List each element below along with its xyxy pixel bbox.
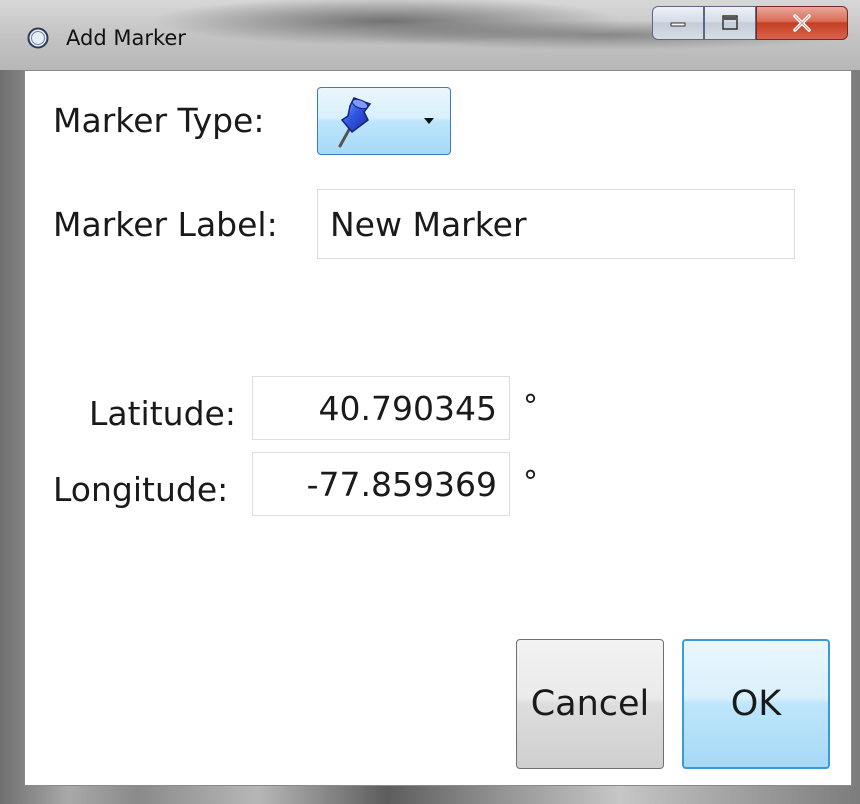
dialog-content: Marker Type: Marker Label: New Marker La… [24,70,852,786]
latitude-degree-unit: ° [523,389,538,424]
longitude-label: Longitude: [53,470,229,509]
caption-buttons [652,6,852,46]
longitude-input[interactable]: -77.859369 [252,452,510,516]
maximize-button[interactable] [704,6,756,40]
latitude-input[interactable]: 40.790345 [252,376,510,440]
close-icon [793,14,811,32]
longitude-degree-unit: ° [523,465,538,500]
blue-pushpin-icon [338,97,372,148]
marker-type-label: Marker Type: [53,101,265,140]
close-button[interactable] [756,6,848,40]
marker-label-label: Marker Label: [53,205,278,244]
title-bar[interactable]: Add Marker [0,0,860,70]
maximize-icon [722,15,738,30]
chevron-down-icon [424,118,434,124]
circle-app-icon [27,27,49,49]
latitude-label: Latitude: [89,394,236,433]
minimize-button[interactable] [652,6,704,40]
ok-button[interactable]: OK [682,639,830,769]
window-title: Add Marker [66,26,186,50]
marker-type-dropdown[interactable] [317,87,451,155]
add-marker-window: Add Marker Marker Type: Marker Label: Ne… [0,0,860,804]
minimize-icon [670,22,686,27]
cancel-button[interactable]: Cancel [516,639,664,769]
marker-label-input[interactable]: New Marker [317,189,795,259]
